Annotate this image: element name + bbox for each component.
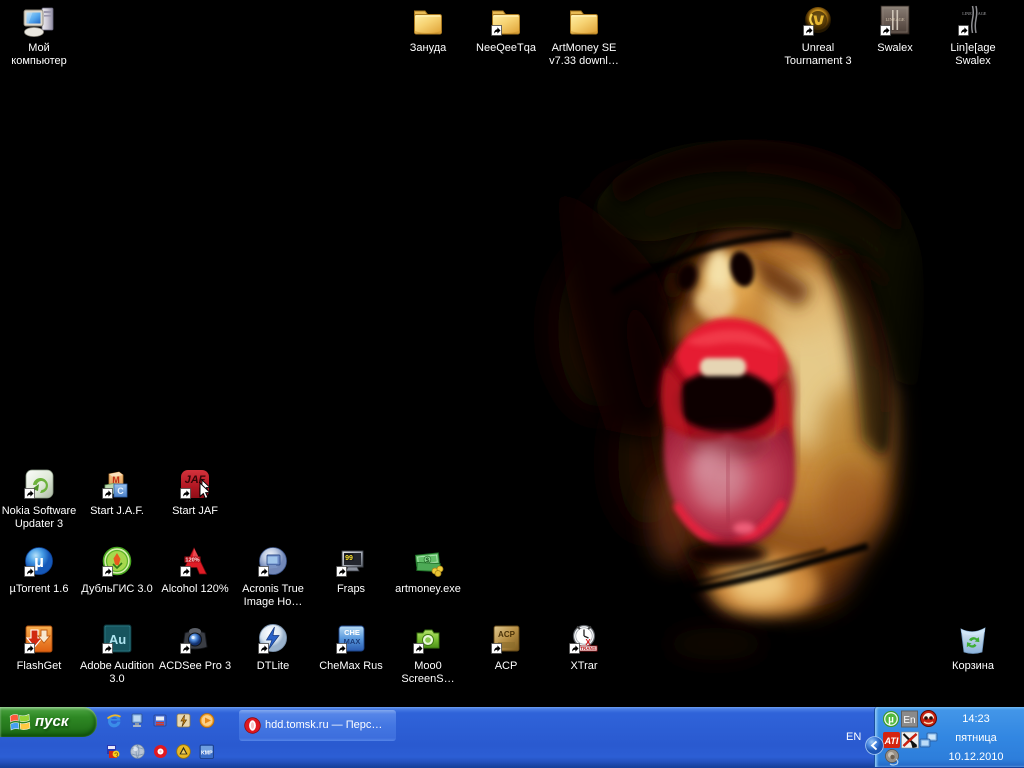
svg-text:En: En (903, 715, 915, 726)
svg-text:KMP: KMP (201, 751, 213, 757)
svg-text:LINE: LINE (962, 11, 972, 16)
svg-text:ACP: ACP (498, 630, 516, 639)
svg-text:µ: µ (888, 715, 894, 726)
svg-text:C: C (117, 486, 124, 496)
svg-text:CHE: CHE (344, 628, 360, 637)
svg-text:ATI: ATI (884, 736, 899, 746)
svg-text:µ: µ (34, 552, 44, 571)
svg-text:LINEAGE: LINEAGE (885, 17, 904, 22)
svg-text:120%: 120% (185, 558, 199, 564)
svg-text:TRANS: TRANS (580, 646, 596, 651)
svg-text:AGE: AGE (978, 11, 987, 16)
svg-text:99: 99 (345, 555, 353, 562)
